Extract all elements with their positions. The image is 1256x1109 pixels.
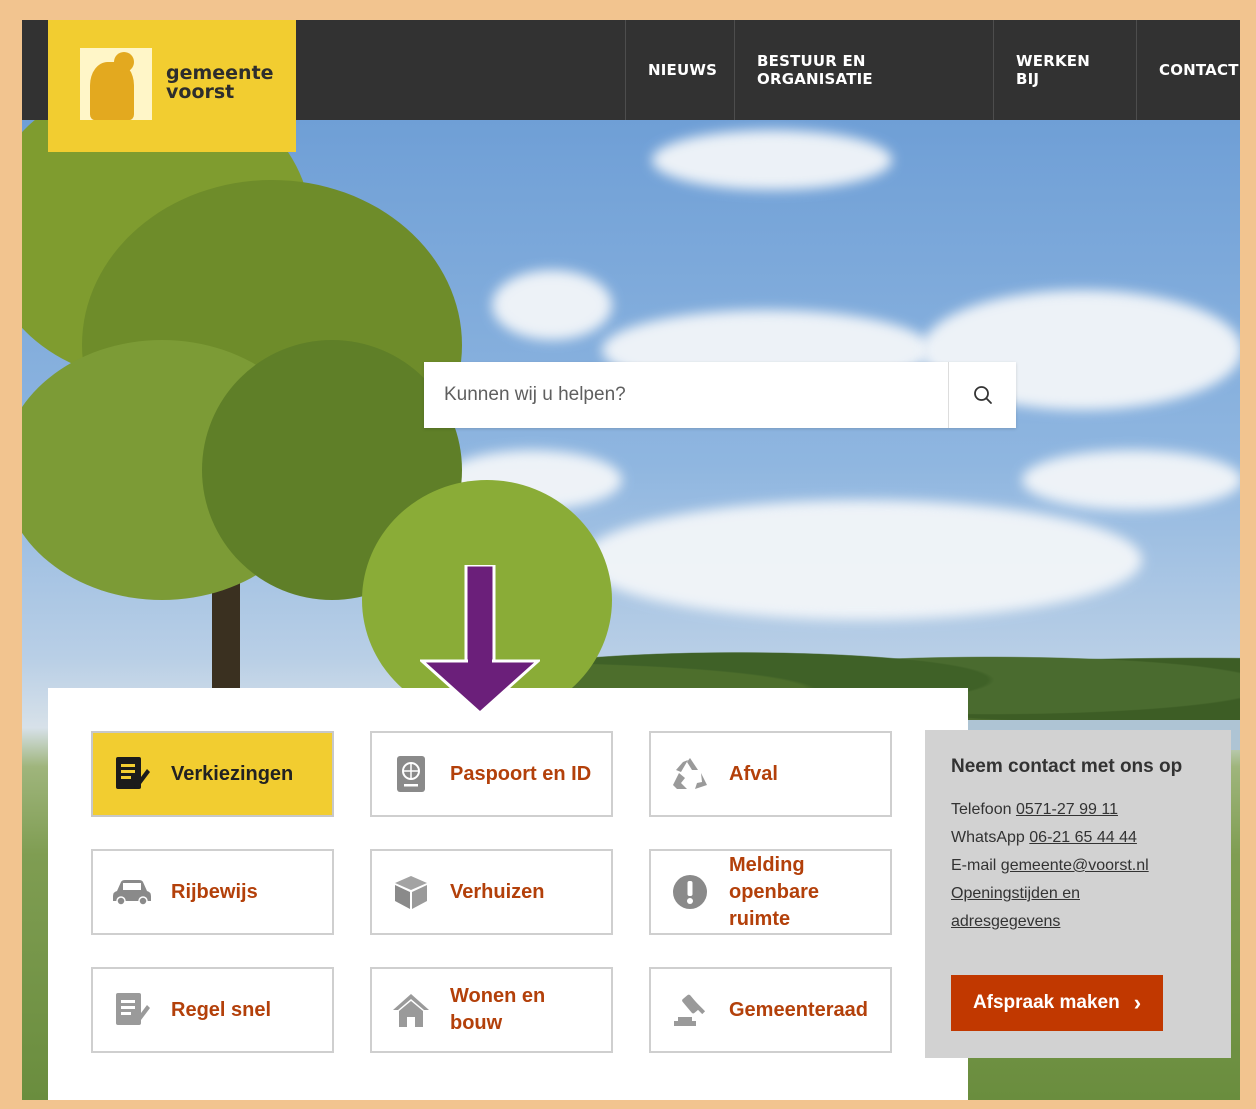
tile-afval[interactable]: Afval (649, 731, 892, 817)
cta-label: Afspraak maken (972, 992, 1120, 1013)
quick-links-panel: Verkiezingen Paspoort en ID Afval Rijbew… (48, 688, 968, 1100)
tile-melding-openbare-ruimte[interactable]: Melding openbare ruimte (649, 849, 892, 935)
contact-phone: Telefoon 0571-27 99 11 (951, 801, 1118, 818)
search-input[interactable] (424, 362, 948, 428)
tile-label: Wonen en bouw (450, 985, 546, 1034)
contact-email: E-mail gemeente@voorst.nl (951, 857, 1149, 874)
whatsapp-link[interactable]: 06-21 65 44 44 (1029, 829, 1137, 846)
phone-link[interactable]: 0571-27 99 11 (1016, 801, 1118, 818)
contact-card: Neem contact met ons op Telefoon 0571-27… (925, 730, 1231, 1058)
house-icon (372, 991, 450, 1029)
nav-bestuur-en-organisatie[interactable]: BESTUUR EN ORGANISATIE (734, 20, 993, 120)
nav-contact[interactable]: CONTACT (1136, 20, 1240, 120)
contact-title: Neem contact met ons op (951, 756, 1183, 777)
car-icon (93, 877, 171, 907)
tile-label: Verhuizen (450, 880, 545, 903)
tile-rijbewijs[interactable]: Rijbewijs (91, 849, 334, 935)
passport-icon (372, 754, 450, 794)
site-logo[interactable]: gemeente voorst (48, 20, 296, 152)
tile-label: Regel snel (171, 998, 272, 1021)
logo-text: gemeente voorst (166, 62, 274, 103)
tile-verhuizen[interactable]: Verhuizen (370, 849, 613, 935)
tile-gemeenteraad[interactable]: Gemeenteraad (649, 967, 892, 1053)
recycle-icon (651, 756, 729, 792)
tile-regel-snel[interactable]: Regel snel (91, 967, 334, 1053)
main-nav: NIEUWS BESTUUR EN ORGANISATIE WERKEN BIJ… (625, 20, 1240, 120)
tile-label: Rijbewijs (171, 880, 258, 903)
tile-label: Gemeenteraad (729, 998, 868, 1021)
gavel-icon (651, 991, 729, 1029)
search-icon (973, 386, 992, 404)
tile-label: Verkiezingen (171, 762, 294, 785)
chevron-right-icon: › (1133, 990, 1142, 1015)
opening-hours-link[interactable]: Openingstijden en adresgegevens (951, 885, 1080, 930)
tile-label: Afval (729, 762, 778, 785)
tile-label: Paspoort en ID (450, 762, 592, 785)
search-bar (424, 362, 1016, 428)
nav-werken-bij[interactable]: WERKEN BIJ (993, 20, 1136, 120)
tile-label: Melding openbare ruimte (729, 853, 820, 930)
tile-verkiezingen[interactable]: Verkiezingen (91, 731, 334, 817)
email-link[interactable]: gemeente@voorst.nl (1001, 857, 1149, 874)
search-button[interactable] (948, 362, 1016, 428)
form-icon (93, 991, 171, 1029)
ballot-icon (93, 755, 171, 793)
nav-nieuws[interactable]: NIEUWS (625, 20, 734, 120)
tile-wonen-en-bouw[interactable]: Wonen en bouw (370, 967, 613, 1053)
tile-paspoort-en-id[interactable]: Paspoort en ID (370, 731, 613, 817)
box-icon (372, 873, 450, 911)
alert-icon (651, 873, 729, 911)
browser-viewport: NIEUWS BESTUUR EN ORGANISATIE WERKEN BIJ… (22, 20, 1240, 1100)
contact-whatsapp: WhatsApp 06-21 65 44 44 (951, 829, 1137, 846)
logo-figure-icon (80, 48, 152, 120)
afspraak-maken-button[interactable]: Afspraak maken › (951, 975, 1163, 1031)
annotation-arrow-down-icon (420, 565, 540, 715)
contact-hours: Openingstijden en adresgegevens (951, 880, 1131, 936)
